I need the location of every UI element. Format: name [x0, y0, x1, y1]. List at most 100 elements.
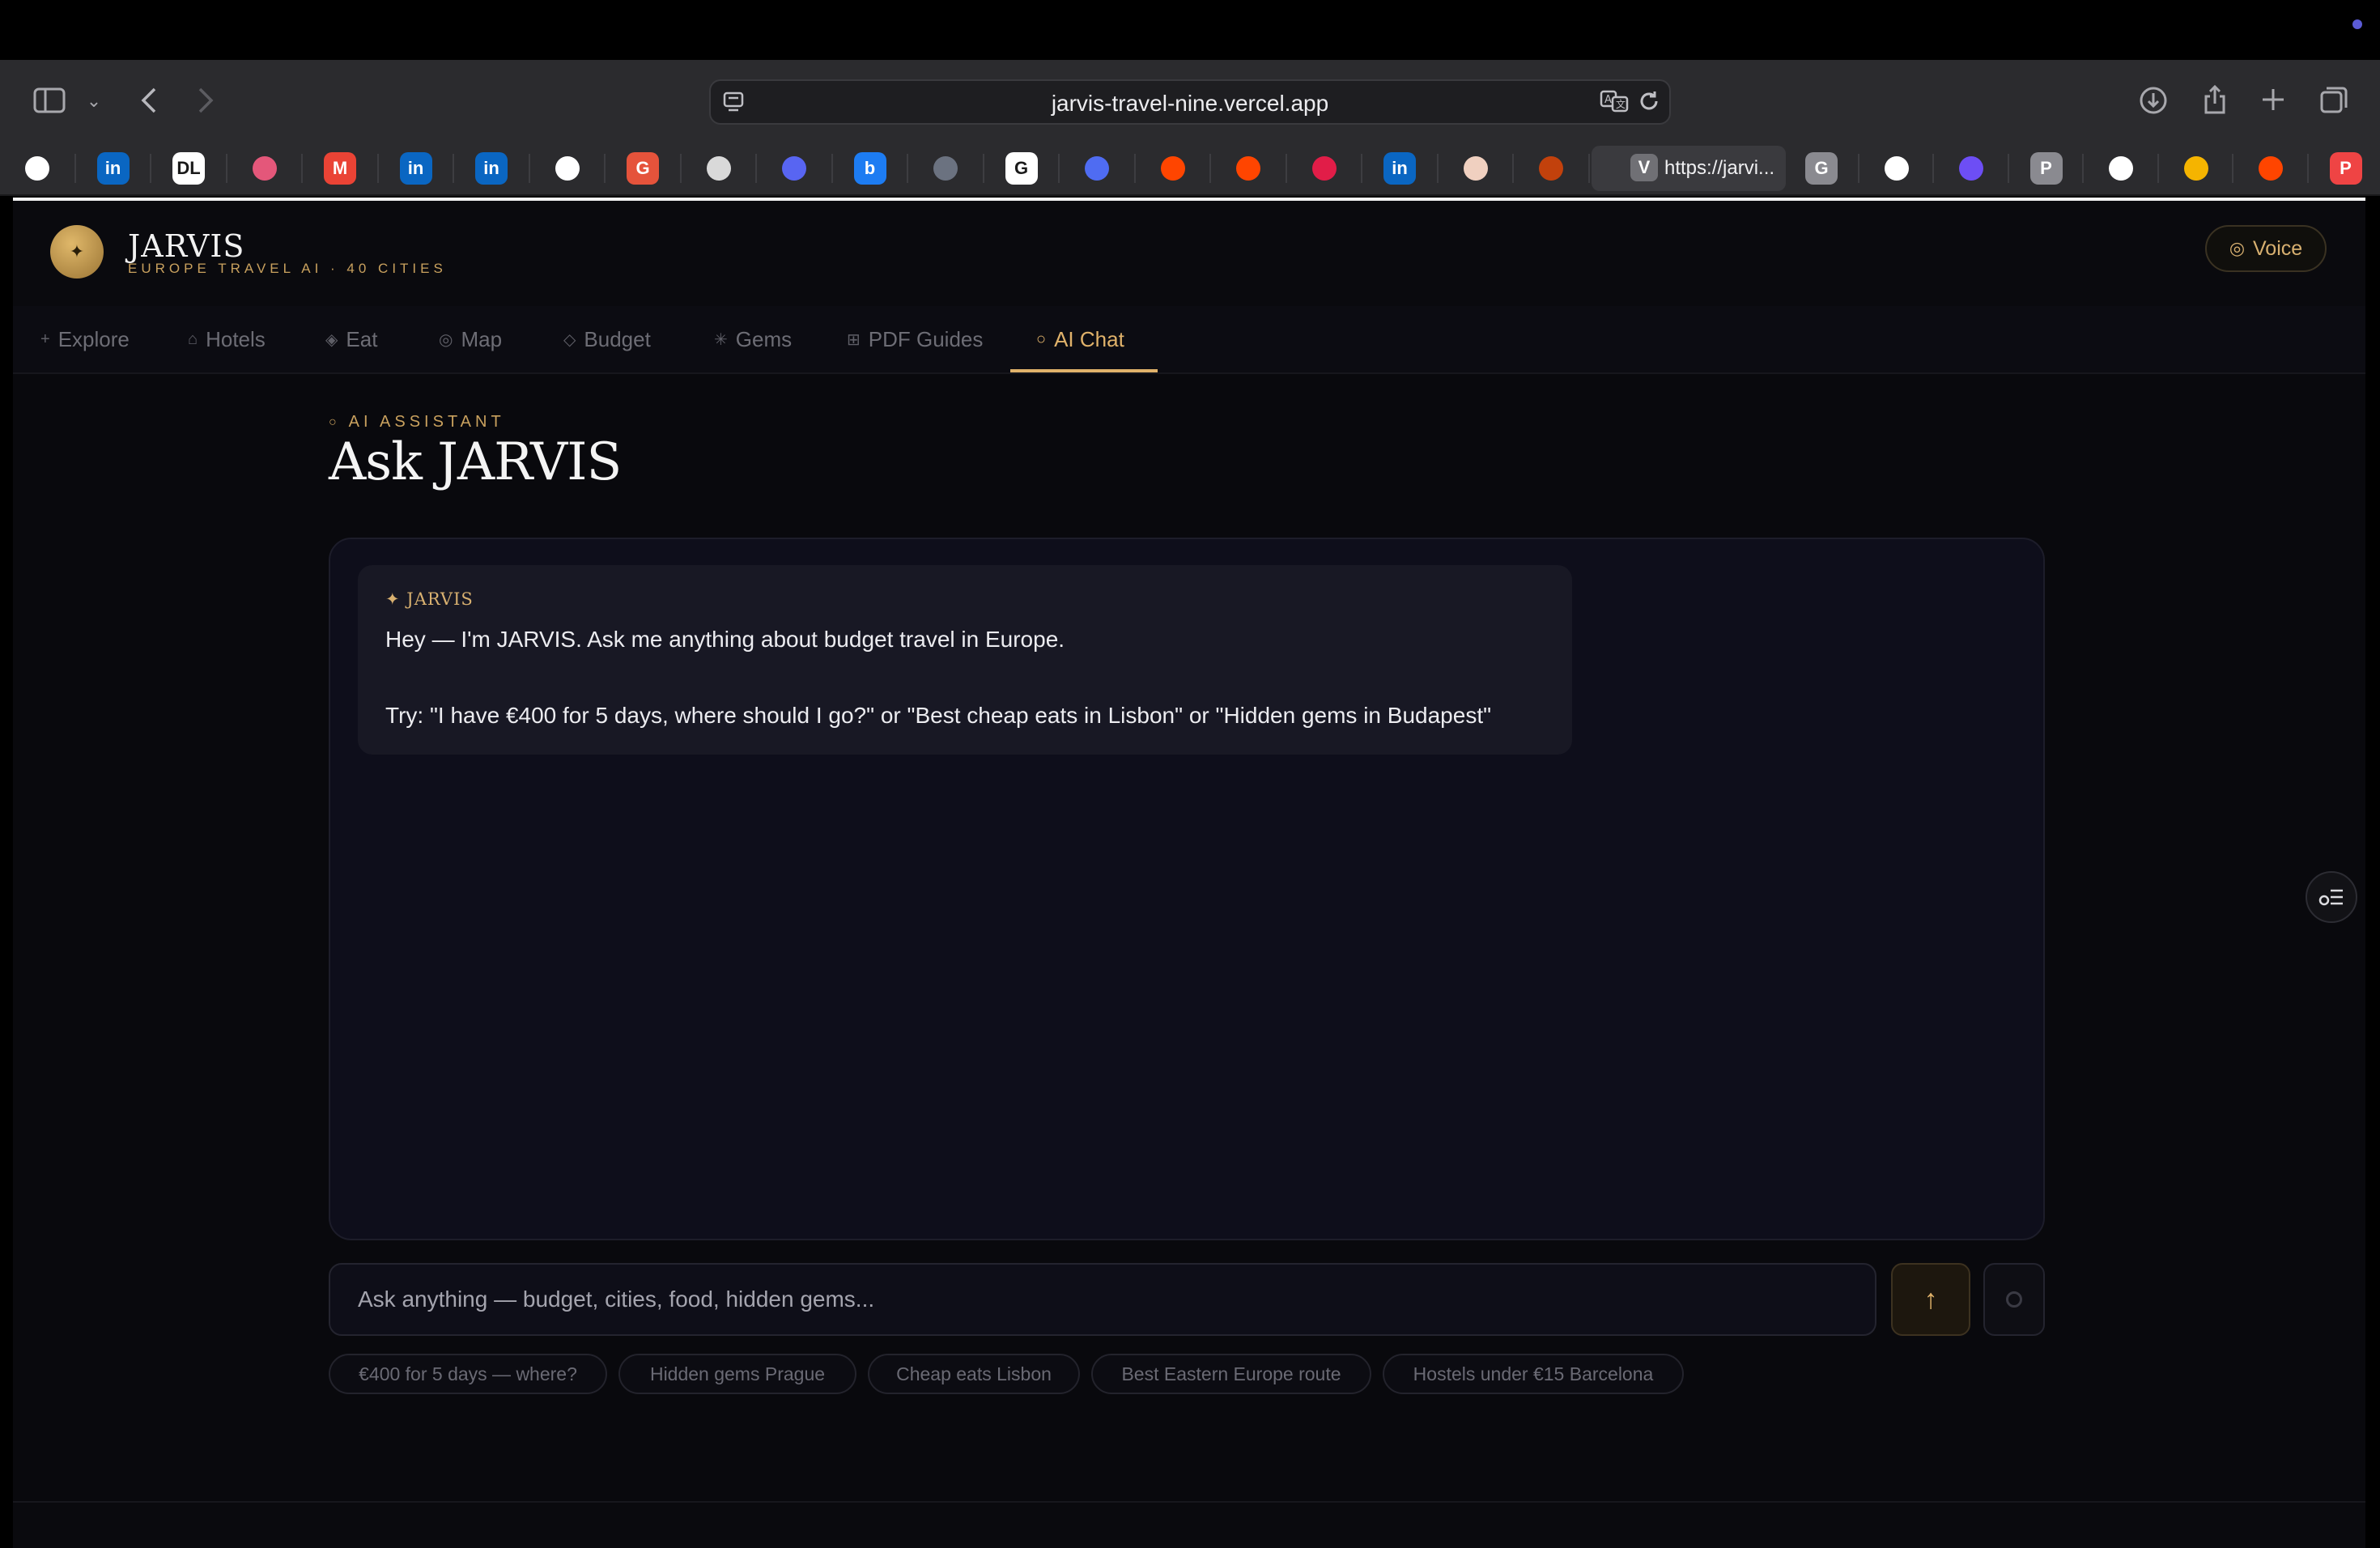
main-nav: + Explore ⌂ Hotels ◈ Eat ◎ Map ◇ Budget …: [13, 306, 2365, 374]
tab-separator: [1361, 154, 1362, 183]
tab-separator: [831, 154, 833, 183]
reddit-favicon-icon[interactable]: [1232, 152, 1264, 185]
tab-separator: [907, 154, 908, 183]
linkedin-favicon-icon[interactable]: in: [96, 152, 130, 185]
plus-icon: +: [40, 330, 50, 348]
suggestion-chip[interactable]: Hidden gems Prague: [618, 1354, 856, 1394]
bookmark-favicon-icon[interactable]: [249, 152, 281, 185]
suggestion-chip[interactable]: Cheap eats Lisbon: [868, 1354, 1080, 1394]
booking-favicon-icon[interactable]: b: [853, 152, 886, 185]
reddit-favicon-icon[interactable]: [2255, 152, 2287, 185]
suggestion-chip[interactable]: €400 for 5 days — where?: [329, 1354, 607, 1394]
tab-separator: [2082, 154, 2084, 183]
tab-ai-chat[interactable]: ○ AI Chat: [1036, 306, 1124, 372]
new-tab-icon[interactable]: [2257, 83, 2289, 117]
back-icon[interactable]: [134, 84, 164, 117]
tab-budget[interactable]: ◇ Budget: [563, 306, 651, 372]
tab-hotels[interactable]: ⌂ Hotels: [188, 306, 266, 372]
discord-favicon-icon[interactable]: [778, 152, 810, 185]
tab-separator: [2007, 154, 2009, 183]
chat-favicon-icon[interactable]: [1081, 152, 1113, 185]
google-favicon-icon[interactable]: G: [1005, 152, 1038, 185]
tab-label: Eat: [346, 326, 378, 351]
tab-gems[interactable]: ✳ Gems: [714, 306, 792, 372]
send-button[interactable]: ↑: [1891, 1263, 1970, 1336]
brand-name: JARVIS: [128, 228, 245, 264]
cube-favicon-icon[interactable]: [929, 152, 962, 185]
forward-icon[interactable]: [191, 84, 220, 117]
home-icon: ⌂: [188, 330, 198, 348]
record-button[interactable]: [1983, 1263, 2045, 1336]
openai-favicon-icon[interactable]: [551, 152, 584, 185]
url-text: jarvis-travel-nine.vercel.app: [1051, 91, 1329, 116]
svg-text:A: A: [1604, 94, 1612, 106]
tab-explore[interactable]: + Explore: [40, 306, 130, 372]
tab-separator: [1058, 154, 1060, 183]
openai-favicon-icon[interactable]: [21, 152, 53, 185]
tab-separator: [376, 154, 379, 183]
drive-favicon-icon[interactable]: [2180, 152, 2212, 185]
logo-icon[interactable]: ✦: [50, 225, 104, 279]
share-icon[interactable]: [2199, 83, 2231, 117]
tab-separator: [453, 154, 454, 183]
p-gray-favicon-icon[interactable]: P: [2029, 152, 2063, 185]
gmail-favicon-icon[interactable]: M: [324, 152, 356, 185]
tab-separator: [301, 154, 303, 183]
chevron-down-icon[interactable]: ⌄: [84, 89, 104, 113]
chat-input[interactable]: [330, 1265, 1875, 1334]
g-gray-favicon-icon[interactable]: G: [1805, 152, 1838, 185]
voice-label: Voice: [2253, 236, 2303, 260]
claude-dark-favicon-icon[interactable]: [1535, 152, 1567, 185]
voice-icon: ◎: [2229, 238, 2246, 258]
tab-label: Budget: [584, 326, 651, 351]
tab-overview-icon[interactable]: [2317, 83, 2351, 117]
lufthansa-favicon-icon[interactable]: [703, 152, 735, 185]
tab-label: PDF Guides: [868, 326, 984, 351]
vercel-favicon-icon: V: [1630, 154, 1658, 181]
linkedin-favicon-icon[interactable]: in: [1383, 152, 1416, 185]
tab-label: Map: [461, 326, 503, 351]
tab-separator: [74, 154, 76, 183]
voice-button[interactable]: ◎ Voice: [2205, 225, 2327, 272]
tab-separator: [150, 154, 151, 183]
suggestion-chip[interactable]: Best Eastern Europe route: [1091, 1354, 1371, 1394]
svg-text:文: 文: [1616, 98, 1626, 110]
address-bar[interactable]: jarvis-travel-nine.vercel.app A文: [709, 79, 1671, 125]
tab-separator: [1857, 154, 1859, 183]
g-red-favicon-icon[interactable]: G: [627, 152, 659, 185]
tab-eat[interactable]: ◈ Eat: [325, 306, 377, 372]
translate-icon[interactable]: A文: [1600, 89, 1630, 120]
diamond-fill-icon: ◈: [325, 330, 338, 349]
arc-favicon-icon[interactable]: [2105, 152, 2137, 185]
assistant-message: ✦ JARVIS Hey — I'm JARVIS. Ask me anythi…: [358, 565, 1572, 755]
tab-separator: [1133, 154, 1136, 183]
tab-map[interactable]: ◎ Map: [439, 306, 502, 372]
circle-icon: ○: [1036, 330, 1047, 348]
tab-separator: [679, 154, 682, 183]
sidebar-icon[interactable]: [31, 84, 68, 117]
settings-sliders-icon[interactable]: [2306, 871, 2357, 923]
page-footer: [13, 1501, 2365, 1548]
github-favicon-icon[interactable]: [1881, 152, 1913, 185]
download-icon[interactable]: [2137, 84, 2170, 117]
active-tab[interactable]: V https://jarvi...: [1592, 146, 1786, 191]
diamond-icon: ◇: [563, 330, 576, 349]
heart-favicon-icon[interactable]: [1308, 152, 1341, 185]
dl-favicon-icon[interactable]: DL: [172, 152, 205, 185]
app-header: ✦ JARVIS EUROPE TRAVEL AI · 40 CITIES ◎ …: [13, 201, 2365, 308]
tab-pdf-guides[interactable]: ⊞ PDF Guides: [847, 306, 983, 372]
p-red-favicon-icon[interactable]: P: [2329, 152, 2362, 185]
purple-app-favicon-icon[interactable]: [1955, 152, 1987, 185]
tab-separator: [528, 154, 530, 183]
tab-separator: [1285, 154, 1287, 183]
tab-separator: [2306, 154, 2309, 183]
reddit-favicon-icon[interactable]: [1157, 152, 1189, 185]
tab-separator: [2157, 154, 2159, 183]
claude-favicon-icon[interactable]: [1460, 152, 1492, 185]
suggestion-chip[interactable]: Hostels under €15 Barcelona: [1383, 1354, 1684, 1394]
tab-label: Gems: [735, 326, 793, 351]
chat-input-field[interactable]: [329, 1263, 1876, 1336]
linkedin-favicon-icon[interactable]: in: [475, 152, 508, 185]
reload-icon[interactable]: [1637, 89, 1661, 120]
linkedin-favicon-icon[interactable]: in: [399, 152, 432, 185]
